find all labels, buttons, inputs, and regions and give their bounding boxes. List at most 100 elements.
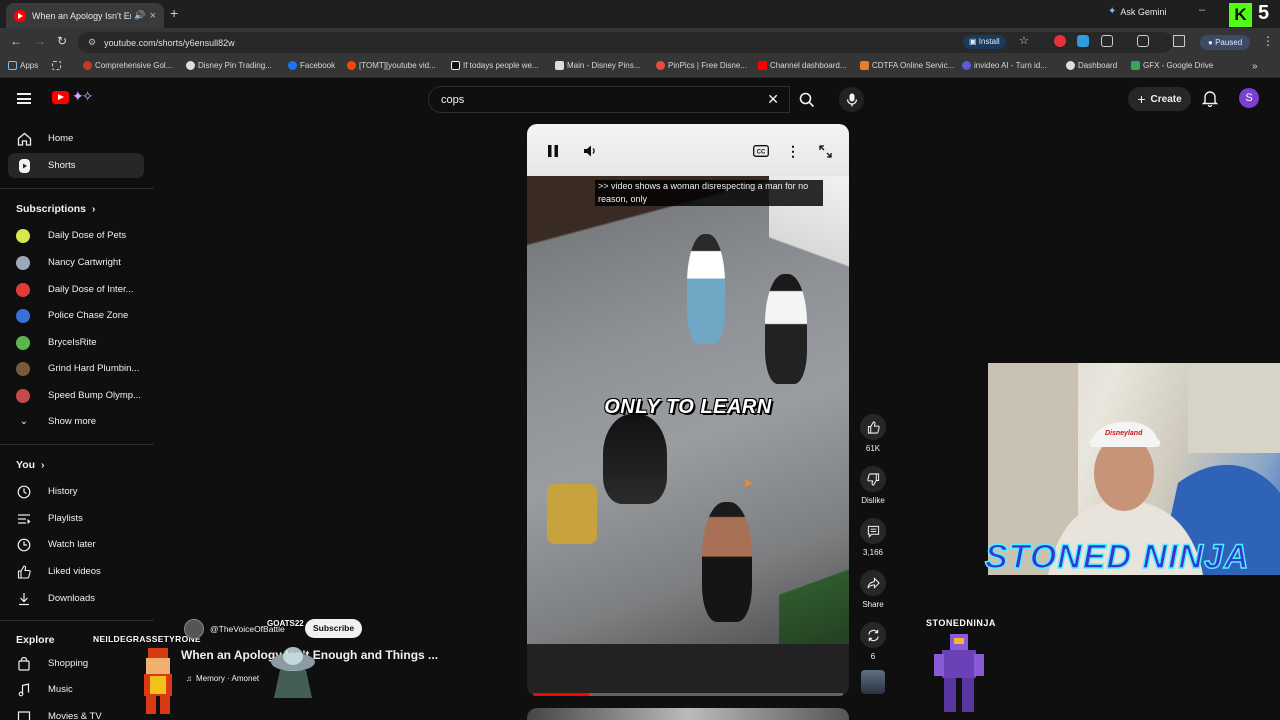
armor-sprite-overlay [930, 630, 990, 720]
ask-gemini-button[interactable]: ✦ Ask Gemini [1108, 6, 1166, 17]
sidebar-item-home[interactable]: Home [8, 126, 144, 151]
overlay-streamer-name: STONEDNINJA [926, 618, 996, 628]
bookmark-item[interactable]: GFX - Google Drive [1131, 61, 1213, 70]
subscriptions-heading[interactable]: Subscriptions › [16, 203, 95, 215]
media-controls-icon[interactable] [1173, 35, 1185, 47]
profile-sync-icon: ● [1208, 38, 1216, 47]
bookmark-item[interactable]: If todays people we... [451, 61, 539, 70]
bookmark-item[interactable]: CDTFA Online Servic... [860, 61, 954, 70]
sidebar-item-movies-tv[interactable]: Movies & TV [8, 704, 144, 720]
music-note-icon [16, 682, 32, 698]
address-bar[interactable]: ⚙ youtube.com/shorts/y6ensull82w [78, 32, 1173, 53]
profile-paused-button[interactable]: ● Paused [1200, 35, 1251, 50]
ask-gemini-label: Ask Gemini [1120, 6, 1167, 17]
like-button[interactable]: 61K [859, 414, 887, 453]
remix-button[interactable]: 6 [859, 622, 887, 661]
bookmark-item[interactable]: Comprehensive Gol... [83, 61, 172, 70]
chevron-right-icon: › [41, 459, 45, 471]
bookmark-apps[interactable]: Apps [8, 61, 38, 70]
voice-search-button[interactable] [839, 87, 864, 112]
sidebar-item-liked-videos[interactable]: Liked videos [8, 559, 144, 584]
sidebar-item-subscription[interactable]: Daily Dose of Pets [8, 223, 144, 248]
sidebar-item-subscription[interactable]: Speed Bump Olymp... [8, 383, 144, 408]
bookmark-item[interactable]: Disney Pin Trading... [186, 61, 272, 70]
sidebar-item-subscription[interactable]: Grind Hard Plumbin... [8, 356, 144, 381]
more-options-button[interactable]: ⋮ [783, 141, 803, 161]
comments-button[interactable]: 3,166 [859, 518, 887, 557]
bookmark-item[interactable]: Facebook [288, 61, 335, 70]
fullscreen-button[interactable] [815, 141, 835, 161]
browser-tab-active[interactable]: When an Apology Isn't Eno... 🔊 × [6, 3, 164, 28]
sidebar-item-history[interactable]: History [8, 479, 144, 504]
subscribe-button[interactable]: Subscribe [305, 619, 363, 638]
bookmark-item[interactable]: [TOMT][youtube vid... [347, 61, 436, 70]
youtube-doodle-icon[interactable]: ✦✧ [72, 88, 94, 105]
sidebar-item-music[interactable]: Music [8, 677, 144, 702]
video-progress-bar[interactable] [533, 693, 843, 696]
site-info-icon[interactable]: ⚙ [88, 37, 96, 48]
sidebar-item-label: Shopping [48, 658, 89, 669]
volume-button[interactable] [580, 141, 600, 161]
short-music-link[interactable]: ♫ Memory · Amonet [186, 674, 259, 683]
shopping-bag-icon [16, 656, 32, 672]
sidebar-item-subscription[interactable]: Police Chase Zone [8, 303, 144, 328]
bookmark-star-icon[interactable]: ☆ [1019, 34, 1029, 47]
channel-avatar[interactable] [184, 619, 204, 639]
notifications-bell-icon[interactable] [1202, 90, 1218, 107]
hamburger-menu-icon[interactable] [17, 93, 31, 104]
video-person-woman [687, 234, 725, 344]
bookmark-item[interactable]: Channel dashboard... [758, 61, 847, 70]
clear-search-icon[interactable]: ✕ [767, 91, 779, 108]
sidebar-item-subscription[interactable]: Daily Dose of Inter... [8, 277, 144, 302]
browser-menu-icon[interactable]: ⋮ [1262, 34, 1274, 48]
you-heading[interactable]: You › [16, 459, 44, 471]
close-tab-icon[interactable]: × [150, 10, 156, 22]
gemini-spark-icon: ✦ [1108, 6, 1117, 17]
bookmark-label: CDTFA Online Servic... [872, 61, 955, 70]
new-tab-icon[interactable]: + [170, 5, 178, 21]
sidebar-item-watch-later[interactable]: Watch later [8, 532, 144, 557]
extension-red-icon[interactable] [1054, 35, 1066, 47]
bookmark-item[interactable]: PinPics | Free Disne... [656, 61, 747, 70]
channel-avatar [16, 228, 30, 243]
bookmark-item[interactable]: invideo AI - Turn id... [962, 61, 1047, 70]
reload-icon[interactable]: ↻ [57, 34, 67, 48]
speaker-icon[interactable]: 🔊 [134, 10, 145, 21]
account-avatar[interactable]: S [1239, 88, 1259, 108]
show-more-button[interactable]: ⌄ Show more [8, 409, 144, 434]
search-input[interactable]: cops ✕ [428, 86, 790, 113]
cdtfa-icon [860, 61, 869, 70]
video-person-shirtless [702, 502, 752, 622]
sidebar-item-subscription[interactable]: Nancy Cartwright [8, 250, 144, 275]
sidebar-item-shopping[interactable]: Shopping [8, 651, 144, 676]
sidebar-item-label: Home [48, 133, 74, 144]
explore-heading-label: Explore [16, 634, 55, 646]
sidebar-item-label: Watch later [48, 539, 96, 550]
shorts-video-player[interactable]: CC ⋮ >> video shows a woman disrespectin… [527, 124, 849, 696]
sidebar-item-shorts[interactable]: Shorts [8, 153, 144, 178]
video-burned-caption: ONLY TO LEARN [604, 396, 772, 418]
sound-thumbnail[interactable] [861, 670, 885, 694]
search-button[interactable] [790, 86, 824, 113]
pause-button[interactable] [543, 141, 563, 161]
share-button[interactable]: Share [859, 570, 887, 609]
back-icon[interactable]: ← [10, 34, 22, 48]
youtube-logo[interactable] [52, 91, 69, 104]
next-short-preview[interactable] [527, 708, 849, 720]
sidebar-item-playlists[interactable]: Playlists [8, 506, 144, 531]
bookmarks-overflow-icon[interactable]: » [1252, 61, 1258, 72]
minimize-icon[interactable]: – [1199, 4, 1205, 16]
bookmark-item[interactable]: Dashboard [1066, 61, 1117, 70]
sidebar-item-downloads[interactable]: Downloads [8, 586, 144, 611]
dislike-button[interactable]: Dislike [859, 466, 887, 505]
extension-blue-icon[interactable] [1077, 35, 1089, 47]
sidebar-item-subscription[interactable]: BryceIsRite [8, 330, 144, 355]
extensions-puzzle-icon[interactable] [1101, 35, 1113, 47]
create-button[interactable]: + Create [1128, 87, 1191, 111]
tab-search-icon[interactable] [1137, 35, 1149, 47]
bookmark-grid-icon[interactable] [52, 61, 61, 70]
captions-button[interactable]: CC [751, 141, 771, 161]
install-app-button[interactable]: ▣ Install [963, 35, 1006, 49]
bookmark-item[interactable]: Main - Disney Pins... [555, 61, 640, 70]
forward-icon[interactable]: → [34, 34, 46, 48]
